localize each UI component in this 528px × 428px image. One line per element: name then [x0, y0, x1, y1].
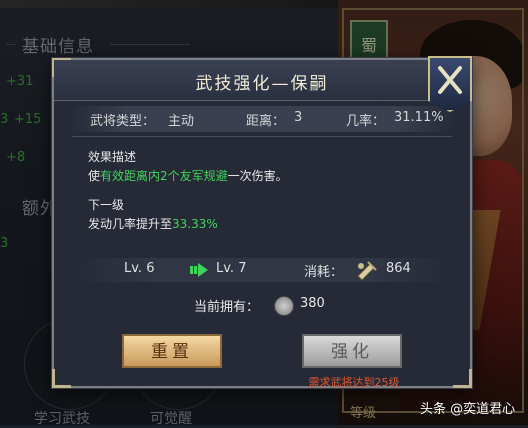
upgrade-button[interactable]: 强化: [302, 334, 402, 368]
effect-prefix: 使: [88, 169, 101, 183]
level-cost-row: Lv. 6 Lv. 7 消耗： 864: [74, 258, 450, 282]
distance-label: 距离：: [246, 114, 286, 129]
skill-stats-row: 武将类型： 主动 距离： 3 几率： 31.11%: [68, 106, 456, 132]
close-icon: [438, 66, 462, 94]
watermark: 头条 @奕道君心: [420, 402, 516, 417]
effect-heading: 效果描述: [88, 150, 137, 164]
current-level: Lv. 6: [124, 261, 155, 276]
skill-upgrade-dialog: 武技强化—保嗣 武将类型： 主动 距离： 3 几率： 31.11% 效果描述 使…: [52, 58, 472, 389]
close-button[interactable]: [428, 56, 472, 112]
effect-suffix: 一次伤害。: [227, 169, 288, 183]
chance-value: 31.11%: [394, 110, 444, 125]
requirement-note: 需求武将达到25级: [308, 376, 400, 389]
chance-label: 几率：: [346, 114, 386, 129]
next-level-prefix: 发动几率提升至: [88, 217, 173, 231]
corner-ornament: [453, 369, 472, 388]
corner-ornament: [52, 369, 71, 388]
skill-scroll-icon: [357, 261, 377, 280]
general-type-value: 主动: [168, 114, 195, 129]
reset-button[interactable]: 重置: [122, 334, 222, 368]
next-level-description: 发动几率提升至33.33%: [88, 215, 218, 232]
general-type-label: 武将类型：: [90, 114, 156, 129]
divider: [72, 136, 452, 137]
cost-value: 864: [386, 261, 411, 276]
skill-token-icon: [274, 296, 294, 316]
owned-label: 当前拥有：: [194, 300, 260, 315]
effect-description: 使有效距离内2个友军规避一次伤害。: [88, 167, 288, 184]
arrow-right-icon: [190, 263, 208, 277]
distance-value: 3: [294, 110, 303, 125]
next-level-heading: 下一级: [88, 198, 125, 212]
effect-highlight: 有效距离内2个友军规避: [100, 169, 228, 183]
next-level: Lv. 7: [216, 261, 247, 276]
dialog-header: 武技强化—保嗣: [54, 60, 470, 101]
next-level-value: 33.33%: [172, 217, 218, 231]
dialog-title: 武技强化—保嗣: [195, 74, 329, 94]
cost-label: 消耗：: [304, 265, 344, 280]
owned-value: 380: [300, 296, 325, 311]
